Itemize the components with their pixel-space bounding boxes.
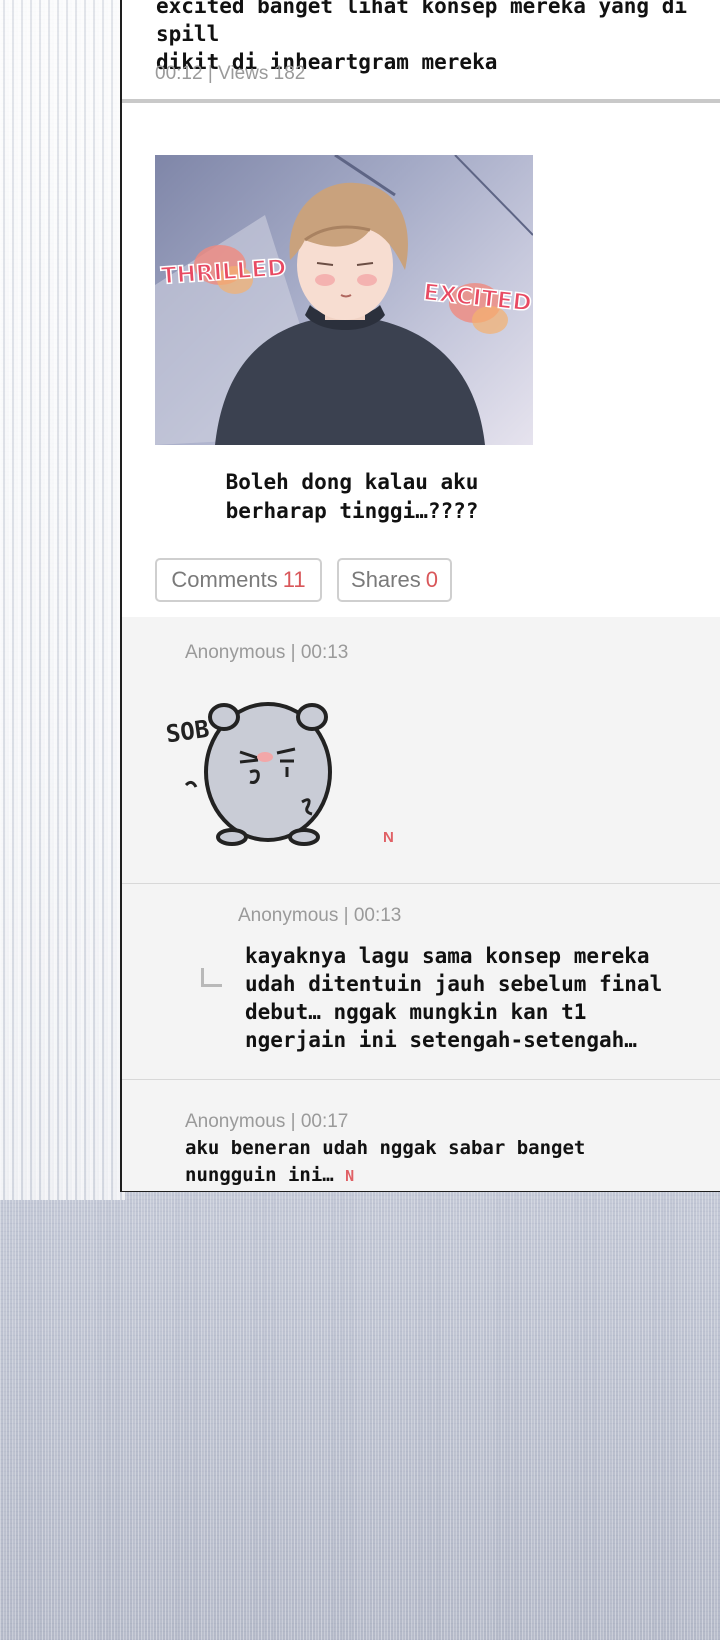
- shares-count: 0: [425, 567, 438, 592]
- background-streaks: [0, 0, 125, 1200]
- post-image[interactable]: THRILLED EXCITED: [155, 155, 533, 445]
- comment-3-new-badge: N: [345, 1167, 355, 1185]
- post-meta: 00:12 | Views 182: [155, 63, 306, 84]
- caption-line-1: Boleh dong kalau aku: [225, 470, 479, 494]
- comment-2-body: kayaknya lagu sama konsep mereka udah di…: [245, 942, 715, 1054]
- comment-2-line-3: debut… nggak mungkin kan t1: [245, 1000, 587, 1024]
- reply-arrow-icon: [201, 968, 222, 987]
- comments-label: Comments: [171, 567, 278, 592]
- label-excited: EXCITED: [422, 280, 533, 317]
- comment-2-meta: Anonymous | 00:13: [238, 905, 402, 926]
- comments-count: 11: [282, 567, 306, 592]
- post-text-line-1: excited banget lihat konsep mereka yang …: [156, 0, 688, 46]
- comments-section: Anonymous | 00:13 SOB N Anonymous | 00:1: [122, 617, 720, 1191]
- comment-2-line-4: ngerjain ini setengah-setengah…: [245, 1028, 637, 1052]
- post-panel: excited banget lihat konsep mereka yang …: [120, 0, 720, 1192]
- comment-3-meta: Anonymous | 00:17: [185, 1111, 349, 1132]
- sticker-sob-text: SOB: [164, 715, 211, 749]
- shares-button[interactable]: Shares 0: [337, 558, 452, 602]
- caption-line-2: berharap tinggi…????: [225, 499, 479, 523]
- shares-label: Shares: [351, 567, 421, 592]
- comment-2-line-1: kayaknya lagu sama konsep mereka: [245, 944, 650, 968]
- post-caption: Boleh dong kalau aku berharap tinggi…???…: [202, 468, 502, 526]
- comment-separator: [122, 1079, 720, 1080]
- comment-3-body: aku beneran udah nggak sabar banget nung…: [185, 1135, 705, 1190]
- comments-button[interactable]: Comments 11: [155, 558, 322, 602]
- comment-2-line-2: udah ditentuin jauh sebelum final: [245, 972, 663, 996]
- comment-3-line-2: nungguin ini…: [185, 1164, 334, 1186]
- divider: [122, 99, 720, 103]
- comment-1-new-badge: N: [383, 829, 394, 846]
- comment-1-sticker[interactable]: SOB: [162, 687, 352, 847]
- comment-3-line-1: aku beneran udah nggak sabar banget: [185, 1137, 586, 1159]
- comment-separator: [122, 883, 720, 884]
- comment-1-meta: Anonymous | 00:13: [185, 642, 349, 663]
